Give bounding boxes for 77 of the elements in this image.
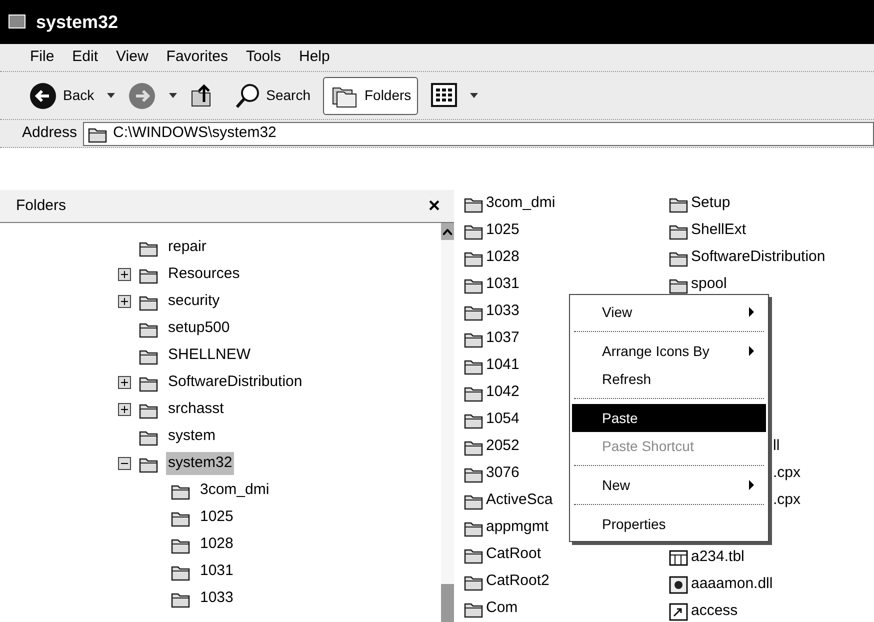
folder-name[interactable]: 1041 [486, 354, 520, 377]
scroll-thumb[interactable] [441, 584, 454, 622]
close-button[interactable]: × [428, 191, 440, 221]
tree-item[interactable]: repair [166, 236, 208, 259]
collapse-icon[interactable] [118, 457, 131, 470]
context-menu-item[interactable]: Paste [572, 404, 766, 432]
tree-item[interactable]: SoftwareDistribution [166, 371, 304, 394]
expand-icon[interactable] [118, 403, 131, 416]
folder-name[interactable]: 1042 [486, 381, 520, 404]
file-name[interactable]: .cpx [773, 462, 801, 485]
expand-icon[interactable] [118, 268, 131, 281]
context-menu-item[interactable]: New [572, 471, 766, 499]
shortcut-file-icon [669, 602, 688, 620]
context-menu-item[interactable]: Properties [572, 510, 766, 538]
context-menu-item[interactable]: Arrange Icons By [572, 337, 766, 365]
file-name[interactable]: .cpx [773, 489, 801, 512]
folder-name[interactable]: ShellExt [691, 219, 746, 242]
window-title: system32 [36, 10, 118, 34]
folder-name[interactable]: 1033 [486, 300, 520, 323]
tree-item[interactable]: 1028 [198, 533, 236, 556]
folder-name[interactable]: 2052 [486, 435, 520, 458]
search-button[interactable]: Search [227, 76, 318, 114]
expand-icon[interactable] [118, 376, 131, 389]
file-name[interactable]: access [691, 600, 738, 622]
menu-bar-item[interactable]: File [30, 46, 54, 69]
tree-item[interactable]: 3com_dmi [198, 479, 272, 502]
tree-item[interactable]: system32 [166, 452, 234, 475]
folder-name[interactable]: 1037 [486, 327, 520, 350]
folder-name[interactable]: SoftwareDistribution [691, 246, 826, 269]
context-menu-item[interactable]: View [572, 298, 766, 326]
address-label: Address [22, 123, 78, 144]
window-icon [8, 13, 28, 31]
search-icon [234, 82, 260, 110]
folder-name[interactable]: 1028 [486, 246, 520, 269]
views-icon [431, 82, 458, 110]
caret-icon[interactable] [470, 93, 478, 98]
folder-name[interactable]: 3076 [486, 462, 520, 485]
back-button[interactable]: Back [22, 76, 102, 114]
folder-name[interactable]: 1025 [486, 219, 520, 242]
pane-title: Folders [16, 196, 66, 216]
file-name[interactable]: ll [773, 435, 780, 458]
file-name[interactable]: aaaamon.dll [691, 573, 773, 596]
caret-icon[interactable] [107, 93, 116, 98]
tree-item[interactable]: security [166, 290, 222, 313]
menu-bar-item[interactable]: Edit [72, 46, 98, 69]
folder-name[interactable]: Setup [691, 192, 730, 215]
tree-item[interactable]: 1033 [198, 587, 236, 610]
scroll-up-icon[interactable] [443, 228, 452, 234]
menu-bar-item[interactable]: Tools [246, 46, 281, 69]
folder-name[interactable]: 3com_dmi [486, 192, 556, 215]
folder-name[interactable]: 1054 [486, 408, 520, 431]
tree-item[interactable]: Resources [166, 263, 242, 286]
address-value: C:\WINDOWS\system32 [113, 123, 276, 144]
folder-name[interactable]: 1031 [486, 273, 520, 296]
tree-item[interactable]: SHELLNEW [166, 344, 253, 367]
file-name[interactable]: a234.tbl [691, 546, 744, 569]
expand-icon[interactable] [118, 295, 131, 308]
menu-bar-item[interactable]: Favorites [166, 46, 228, 69]
folder-name[interactable]: CatRoot2 [486, 570, 550, 593]
folder-name[interactable]: appmgmt [486, 516, 549, 539]
context-menu-item[interactable]: Refresh [572, 365, 766, 393]
tree-item[interactable]: system [166, 425, 218, 448]
tree-item[interactable]: 1031 [198, 560, 236, 583]
folder-name[interactable]: Com [486, 597, 518, 620]
tree-item[interactable]: srchasst [166, 398, 226, 421]
folder-name[interactable]: ActiveSca [486, 489, 553, 512]
folders-button[interactable]: Folders [323, 76, 418, 114]
folder-name[interactable]: spool [691, 273, 727, 296]
tree-item[interactable]: setup500 [166, 317, 232, 340]
scrollbar[interactable] [441, 223, 454, 622]
table-file-icon [669, 550, 688, 566]
folder-name[interactable]: CatRoot [486, 543, 542, 566]
caret-icon[interactable] [169, 93, 178, 98]
menu-bar-item[interactable]: View [116, 46, 148, 69]
menu-bar-item[interactable]: Help [299, 46, 330, 69]
tree-item[interactable]: 1025 [198, 506, 236, 529]
address-field[interactable]: C:\WINDOWS\system32 [83, 122, 874, 146]
